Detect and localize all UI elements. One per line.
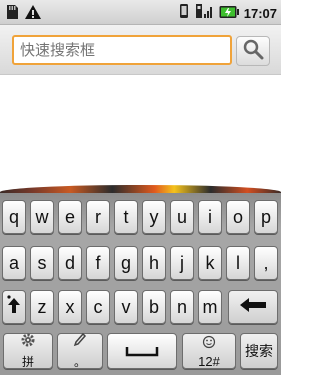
battery-charging-icon bbox=[219, 4, 239, 23]
status-right: 17:07 bbox=[177, 3, 277, 23]
gear-icon bbox=[20, 332, 36, 353]
key-p[interactable]: p bbox=[254, 200, 278, 234]
key-l[interactable]: l bbox=[226, 246, 250, 280]
key-a[interactable]: a bbox=[2, 246, 26, 280]
key-v[interactable]: v bbox=[114, 290, 138, 324]
key-o[interactable]: o bbox=[226, 200, 250, 234]
shift-key[interactable] bbox=[2, 290, 26, 324]
key-h[interactable]: h bbox=[142, 246, 166, 280]
key-j[interactable]: j bbox=[170, 246, 194, 280]
key-g[interactable]: g bbox=[114, 246, 138, 280]
symbols-label: 12# bbox=[198, 354, 220, 369]
magnifier-icon bbox=[242, 38, 264, 64]
key-c[interactable]: c bbox=[86, 290, 110, 324]
key-y[interactable]: y bbox=[142, 200, 166, 234]
key-m[interactable]: m bbox=[198, 290, 222, 324]
pen-icon bbox=[72, 332, 88, 353]
space-key[interactable] bbox=[107, 333, 177, 369]
key-comma[interactable]: , bbox=[254, 246, 278, 280]
pinyin-label: 拼 bbox=[21, 355, 34, 369]
backspace-arrow-icon bbox=[238, 297, 268, 318]
settings-key[interactable]: 拼 bbox=[3, 333, 53, 369]
key-z[interactable]: z bbox=[30, 290, 54, 324]
results-area bbox=[0, 76, 281, 188]
shift-arrow-icon bbox=[7, 294, 21, 320]
backspace-key[interactable] bbox=[228, 290, 278, 324]
period-label: 。 bbox=[73, 355, 86, 369]
symbols-key[interactable]: 12# bbox=[182, 333, 236, 369]
status-left bbox=[5, 4, 42, 24]
signal-icon bbox=[195, 3, 214, 23]
soft-keyboard: q w e r t y u i o p a s d f g h j k l , … bbox=[0, 193, 281, 375]
sd-card-icon bbox=[5, 4, 19, 24]
quick-search-bar bbox=[0, 25, 281, 75]
quick-search-input[interactable] bbox=[12, 35, 232, 65]
key-t[interactable]: t bbox=[114, 200, 138, 234]
key-x[interactable]: x bbox=[58, 290, 82, 324]
key-f[interactable]: f bbox=[86, 246, 110, 280]
vibrate-icon bbox=[177, 3, 191, 23]
warning-icon bbox=[24, 4, 42, 24]
key-w[interactable]: w bbox=[30, 200, 54, 234]
key-u[interactable]: u bbox=[170, 200, 194, 234]
key-d[interactable]: d bbox=[58, 246, 82, 280]
search-key[interactable]: 搜索 bbox=[240, 333, 278, 369]
key-k[interactable]: k bbox=[198, 246, 222, 280]
key-e[interactable]: e bbox=[58, 200, 82, 234]
status-bar: 17:07 bbox=[0, 0, 281, 25]
key-b[interactable]: b bbox=[142, 290, 166, 324]
search-button[interactable] bbox=[236, 36, 270, 66]
key-i[interactable]: i bbox=[198, 200, 222, 234]
key-q[interactable]: q bbox=[2, 200, 26, 234]
smiley-icon bbox=[202, 333, 216, 354]
key-r[interactable]: r bbox=[86, 200, 110, 234]
key-n[interactable]: n bbox=[170, 290, 194, 324]
space-bar-icon bbox=[125, 341, 159, 362]
handwriting-key[interactable]: 。 bbox=[57, 332, 103, 369]
clock: 17:07 bbox=[243, 5, 277, 21]
key-s[interactable]: s bbox=[30, 246, 54, 280]
